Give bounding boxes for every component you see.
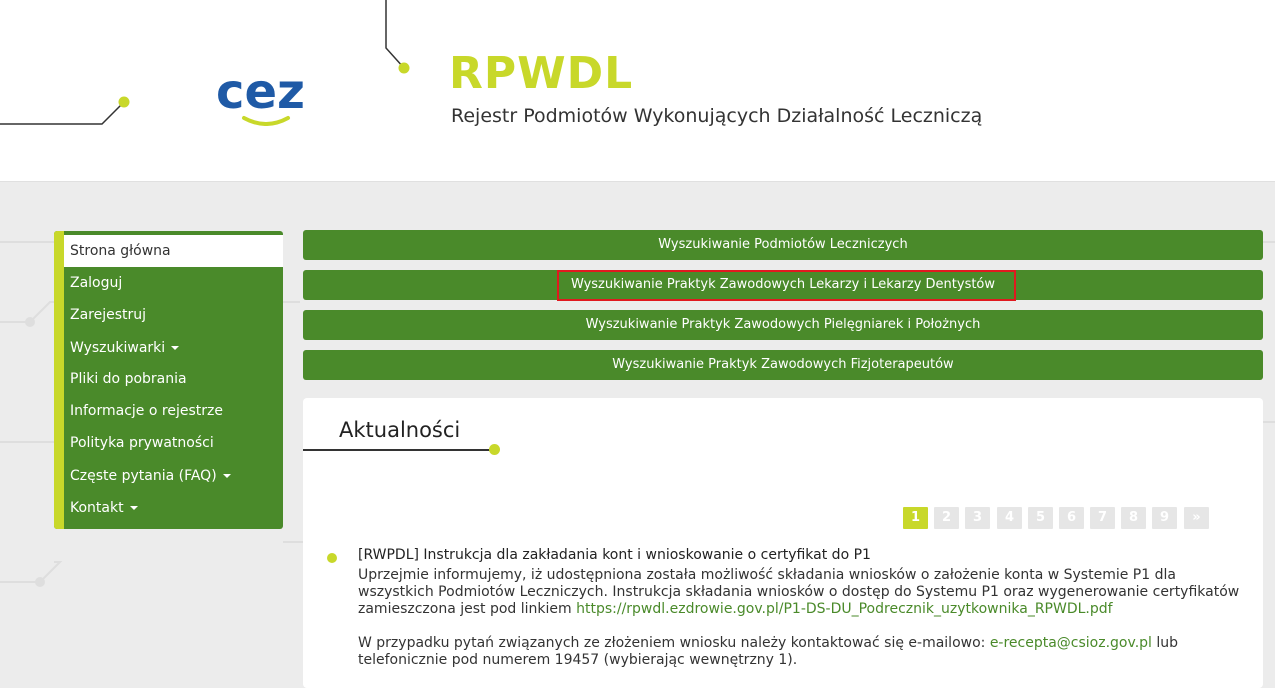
page-9-button[interactable]: 9	[1152, 507, 1177, 529]
sidebar-accent-stripe	[54, 231, 64, 529]
cez-logo[interactable]: cez	[214, 62, 318, 126]
sidebar-item-downloads[interactable]: Pliki do pobrania	[64, 363, 283, 395]
sidebar-item-label: Zaloguj	[70, 275, 123, 291]
sidebar-item-label: Kontakt	[70, 500, 124, 516]
title-dot-decoration	[489, 444, 500, 455]
news-panel: Aktualności 1 2 3 4 5 6 7 8 9 » [RWPDL] …	[303, 398, 1263, 688]
sidebar-item-search-engines[interactable]: Wyszukiwarki	[64, 332, 283, 364]
contact-email-link[interactable]: e-recepta@csioz.gov.pl	[990, 635, 1152, 651]
page-5-button[interactable]: 5	[1028, 507, 1053, 529]
title-underline	[303, 449, 493, 451]
instruction-pdf-link[interactable]: https://rpwdl.ezdrowie.gov.pl/P1-DS-DU_P…	[576, 601, 1112, 617]
news-item-body: Uprzejmie informujemy, iż udostępniona z…	[358, 567, 1248, 669]
sidebar-item-label: Zarejestruj	[70, 307, 147, 323]
search-doctor-practices-button[interactable]: Wyszukiwanie Praktyk Zawodowych Lekarzy …	[303, 270, 1263, 300]
news-bullet-icon	[327, 553, 337, 563]
sidebar-item-label: Wyszukiwarki	[70, 340, 166, 356]
news-paragraph: W przypadku pytań związanych ze złożenie…	[358, 635, 1248, 669]
circuit-decoration	[0, 0, 410, 125]
page-4-button[interactable]: 4	[997, 507, 1022, 529]
search-nurse-practices-button[interactable]: Wyszukiwanie Praktyk Zawodowych Pielęgni…	[303, 310, 1263, 340]
sidebar-item-register[interactable]: Zarejestruj	[64, 299, 283, 331]
sidebar-item-registry-info[interactable]: Informacje o rejestrze	[64, 395, 283, 427]
search-healthcare-entities-button[interactable]: Wyszukiwanie Podmiotów Leczniczych	[303, 230, 1263, 260]
caret-down-icon	[129, 506, 138, 510]
page-6-button[interactable]: 6	[1059, 507, 1084, 529]
sidebar-item-login[interactable]: Zaloguj	[64, 267, 283, 299]
news-paragraph: Uprzejmie informujemy, iż udostępniona z…	[358, 567, 1248, 618]
sidebar-item-label: Pliki do pobrania	[70, 371, 187, 387]
sidebar-item-label: Informacje o rejestrze	[70, 403, 223, 419]
caret-down-icon	[222, 474, 231, 478]
brand-title: RPWDL	[449, 48, 634, 99]
page-3-button[interactable]: 3	[965, 507, 990, 529]
logo-text: cez	[216, 64, 305, 120]
sidebar-item-label: Częste pytania (FAQ)	[70, 468, 217, 484]
page-1-button[interactable]: 1	[903, 507, 928, 529]
page-header: cez RPWDL Rejestr Podmiotów Wykonujących…	[0, 0, 1275, 182]
brand-subtitle: Rejestr Podmiotów Wykonujących Działalno…	[451, 105, 983, 127]
page-7-button[interactable]: 7	[1090, 507, 1115, 529]
sidebar-item-home[interactable]: Strona główna	[64, 235, 283, 267]
page-8-button[interactable]: 8	[1121, 507, 1146, 529]
search-physiotherapist-practices-button[interactable]: Wyszukiwanie Praktyk Zawodowych Fizjoter…	[303, 350, 1263, 380]
sidebar-item-label: Strona główna	[70, 243, 171, 259]
sidebar-item-faq[interactable]: Częste pytania (FAQ)	[64, 460, 283, 492]
sidebar-item-contact[interactable]: Kontakt	[64, 492, 283, 524]
next-page-button[interactable]: »	[1184, 507, 1209, 529]
sidebar-item-label: Polityka prywatności	[70, 435, 214, 451]
news-title: Aktualności	[339, 418, 461, 442]
page-2-button[interactable]: 2	[934, 507, 959, 529]
caret-down-icon	[171, 346, 180, 350]
sidebar-item-privacy-policy[interactable]: Polityka prywatności	[64, 427, 283, 459]
sidebar-nav: Strona główna Zaloguj Zarejestruj Wyszuk…	[54, 231, 283, 529]
news-paragraph-text: W przypadku pytań związanych ze złożenie…	[358, 635, 990, 651]
news-item-title[interactable]: [RWPDL] Instrukcja dla zakładania kont i…	[358, 547, 871, 563]
